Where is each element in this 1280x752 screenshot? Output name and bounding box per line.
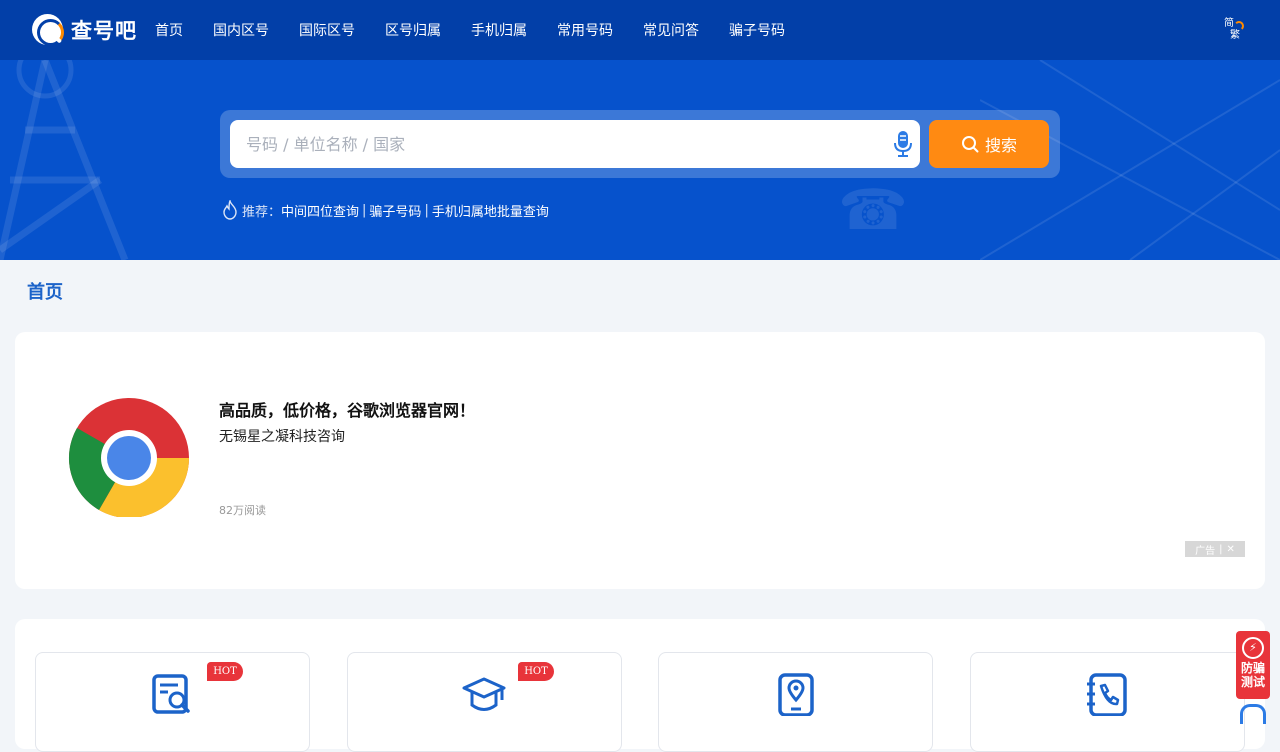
nav-international-area-code[interactable]: 国际区号 — [284, 20, 370, 40]
nav-area-code-location[interactable]: 区号归属 — [370, 20, 456, 40]
nav-scam-numbers[interactable]: 骗子号码 — [714, 20, 800, 40]
ad-subtitle: 无锡星之凝科技咨询 — [219, 429, 345, 445]
hot-badge: HOT — [518, 662, 554, 681]
recommend-link-middle-four[interactable]: 中间四位查询 — [281, 201, 359, 220]
ad-label: 广告 — [1195, 545, 1216, 557]
language-switch-button[interactable]: 简 繁 — [1222, 18, 1248, 44]
ad-tag-divider: | — [1219, 543, 1223, 555]
recommend-label: 推荐： — [242, 204, 282, 220]
search-doc-icon — [152, 674, 190, 714]
phone-location-icon — [778, 673, 814, 716]
ad-read-count: 82万阅读 — [219, 504, 266, 517]
ad-tag[interactable]: 广告 | ✕ — [1185, 541, 1245, 557]
phone-book-icon — [1087, 673, 1127, 716]
search-button[interactable]: 搜索 — [929, 120, 1049, 168]
lang-traditional: 繁 — [1230, 30, 1240, 41]
lang-simplified: 简 — [1224, 18, 1234, 29]
top-navbar: 查号吧 首页 国内区号 国际区号 区号归属 手机归属 常用号码 常见问答 骗子号… — [0, 0, 1280, 60]
logo-text: 查号吧 — [71, 18, 137, 43]
ad-close-icon[interactable]: ✕ — [1226, 544, 1234, 555]
breadcrumb[interactable]: 首页 — [27, 278, 63, 304]
anti-fraud-test-button[interactable]: ⚡ 防骗测试 — [1236, 631, 1270, 699]
nav-domestic-area-code[interactable]: 国内区号 — [198, 20, 284, 40]
chrome-logo-image[interactable] — [64, 398, 194, 517]
search-icon — [961, 136, 979, 153]
nav-home[interactable]: 首页 — [140, 20, 198, 40]
fire-icon — [223, 200, 237, 220]
hot-badge: HOT — [207, 662, 243, 681]
search-button-label: 搜索 — [984, 136, 1017, 155]
microphone-icon[interactable] — [893, 130, 913, 158]
recommend-separator: | — [424, 202, 429, 218]
site-logo[interactable]: 查号吧 — [32, 14, 137, 46]
nav-common-numbers[interactable]: 常用号码 — [542, 20, 628, 40]
robot-assistant-icon[interactable] — [1240, 704, 1266, 724]
telephone-decoration-icon: ☎ — [838, 178, 908, 243]
recommend-link-batch-lookup[interactable]: 手机归属地批量查询 — [432, 201, 549, 220]
recommend-link-scam-numbers[interactable]: 骗子号码 — [369, 201, 421, 220]
main-nav: 首页 国内区号 国际区号 区号归属 手机归属 常用号码 常见问答 骗子号码 — [140, 0, 800, 60]
ad-title[interactable]: 高品质，低价格，谷歌浏览器官网！ — [219, 397, 475, 421]
lightning-icon: ⚡ — [1242, 637, 1264, 659]
graduation-cap-icon — [462, 677, 506, 711]
anti-fraud-label: 防骗测试 — [1240, 661, 1265, 689]
logo-phone-icon — [32, 14, 64, 46]
radio-tower-decoration — [0, 60, 129, 260]
recommend-separator: | — [362, 202, 367, 218]
nav-mobile-location[interactable]: 手机归属 — [456, 20, 542, 40]
recommend-bar: 推荐： 中间四位查询 | 骗子号码 | 手机归属地批量查询 — [221, 200, 549, 220]
nav-faq[interactable]: 常见问答 — [628, 20, 714, 40]
ad-card[interactable] — [15, 332, 1265, 589]
search-input[interactable] — [230, 120, 920, 168]
